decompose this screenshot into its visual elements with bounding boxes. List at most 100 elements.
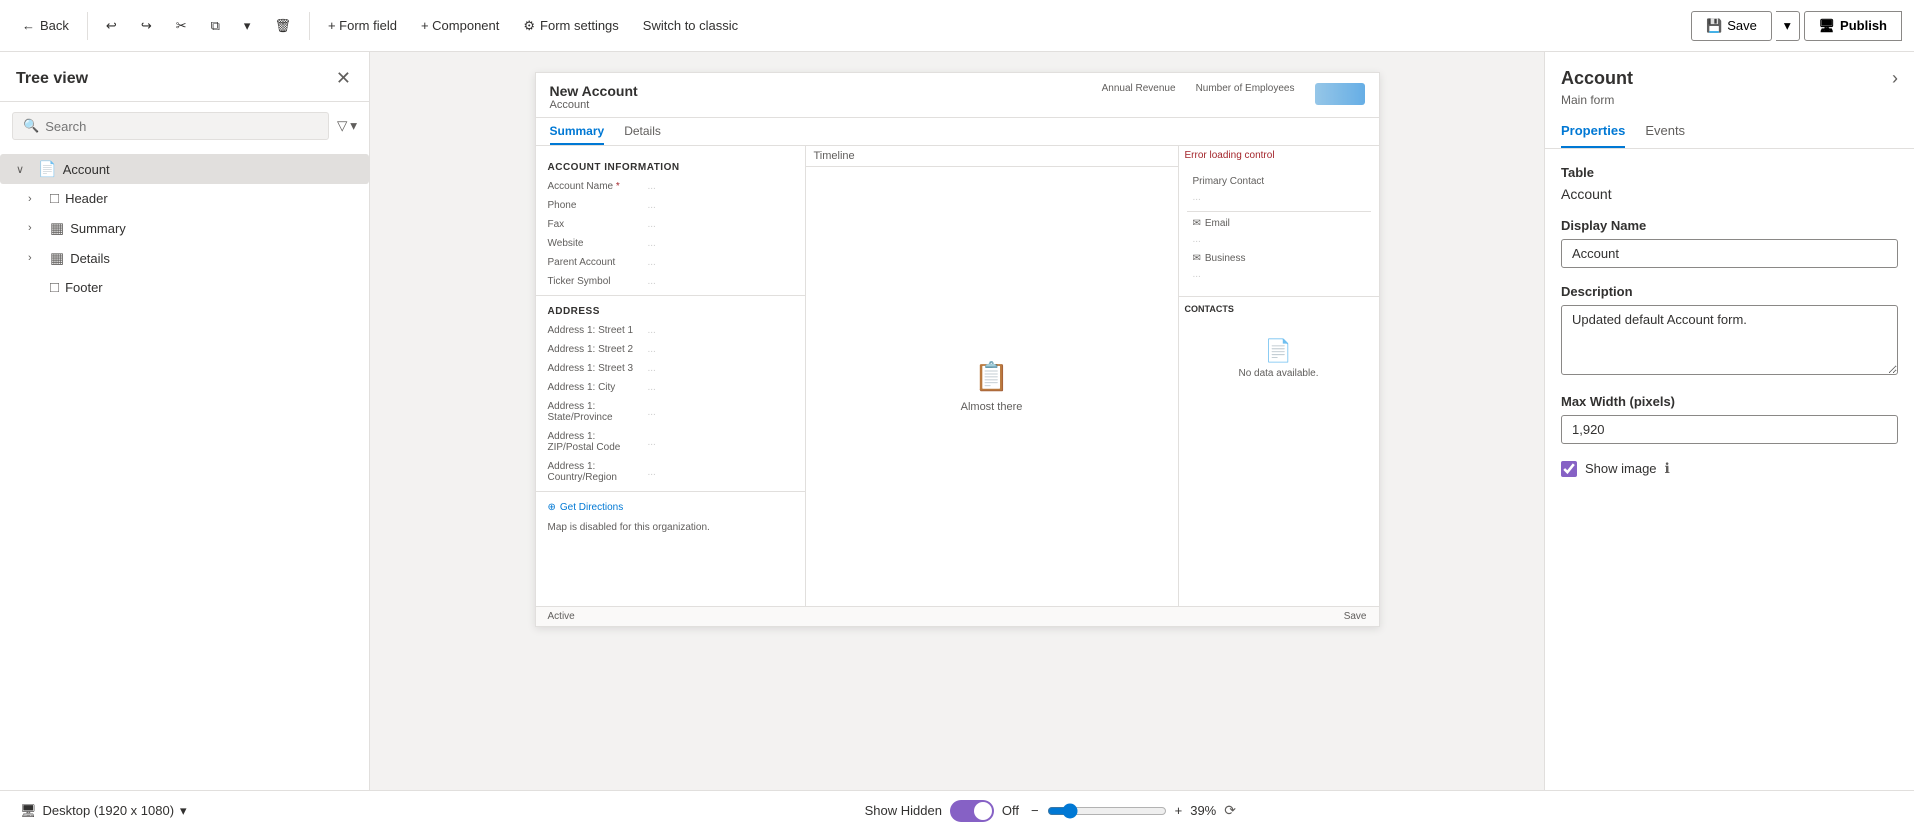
show-hidden-toggle[interactable] [950,800,994,822]
toolbar-right: 💾 Save ▾ 🖥 Publish [1691,11,1902,41]
right-panel-body: Table Account Display Name Description U… [1545,149,1914,493]
delete-button[interactable]: 🗑 [264,12,301,40]
form-field-label: + Form field [328,18,397,33]
tree-item-label-details: Details [70,251,110,266]
desktop-chevron-icon: ▾ [180,803,187,819]
preview-field-value: ... [648,200,656,211]
undo-button[interactable]: ↩ [96,12,127,40]
tree-search-box: 🔍 [12,112,329,140]
publish-button[interactable]: 🖥 Publish [1804,11,1902,41]
col3-top-section: Primary Contact ... ✉ Email ... ✉ Busine… [1179,165,1379,293]
max-width-input[interactable] [1561,415,1898,444]
desktop-selector[interactable]: 🖥 Desktop (1920 x 1080) ▾ [20,803,187,819]
timeline-header: Timeline [806,146,1178,167]
right-panel-chevron-button[interactable]: › [1892,68,1898,89]
col3-contacts-title: CONTACTS [1179,300,1379,318]
preview-field-account-name: Account Name * ... [536,177,805,196]
col3-divider1 [1187,211,1371,212]
timeline-area: 📋 Almost there [806,167,1178,606]
tree-item-footer[interactable]: › □ Footer [0,273,369,302]
preview-field-value: ... [648,257,656,268]
preview-field-value: ... [648,437,656,448]
preview-footer: Active Save [536,606,1379,626]
tab-properties[interactable]: Properties [1561,115,1625,148]
preview-tab-details[interactable]: Details [624,124,661,145]
preview-section-address: ADDRESS [536,300,805,321]
preview-tab-summary[interactable]: Summary [550,124,605,145]
right-panel-title: Account [1561,68,1633,89]
zoom-plus-icon[interactable]: + [1175,803,1183,818]
separator-2 [309,12,310,40]
tree-item-icon-footer: □ [50,279,59,296]
right-panel: Account › Main form Properties Events Ta… [1544,52,1914,790]
contacts-label: No data available. [1238,368,1318,379]
cut-button[interactable]: ✂ [166,12,197,40]
prop-display-name: Display Name [1561,218,1898,268]
preview-field-state: Address 1: State/Province ... [536,397,805,427]
preview-field-label: Address 1: Street 2 [548,344,638,355]
desktop-icon: 🖥 [20,803,37,819]
zoom-reset-button[interactable]: ⟳ [1224,802,1236,819]
preview-field-value: ... [648,407,656,418]
preview-field-label: Parent Account [548,257,638,268]
back-icon: ← [22,18,35,33]
col3-primary-contact-label: Primary Contact [1187,173,1371,190]
show-hidden-toggle-container: Show Hidden Off [865,800,1019,822]
tree-item-summary[interactable]: › ▦ Summary [0,213,369,243]
tree-item-header[interactable]: › □ Header [0,184,369,213]
form-settings-label: Form settings [540,18,619,33]
tree-item-details[interactable]: › ▦ Details [0,243,369,273]
save-button[interactable]: 💾 Save [1691,11,1772,41]
prop-description-label: Description [1561,284,1898,299]
display-name-input[interactable] [1561,239,1898,268]
cut-icon: ✂ [176,18,187,34]
tree-item-icon-header: □ [50,190,59,207]
tab-events[interactable]: Events [1645,115,1685,148]
preview-field-label: Fax [548,219,638,230]
back-button[interactable]: ← Back [12,12,79,39]
form-field-button[interactable]: + Form field [318,12,407,39]
tree-title: Tree view [16,70,88,88]
col3-primary-contact-value: ... [1187,190,1371,208]
preview-col2: Timeline 📋 Almost there [806,146,1179,606]
tree-close-button[interactable]: ✕ [334,66,353,91]
filter-chevron-icon: ▾ [350,118,357,134]
redo-button[interactable]: ↪ [131,12,162,40]
preview-field-value: ... [648,219,656,230]
prop-max-width-label: Max Width (pixels) [1561,394,1898,409]
description-textarea[interactable]: Updated default Account form. [1561,305,1898,375]
tree-item-label-footer: Footer [65,280,103,295]
form-settings-button[interactable]: ⚙ Form settings [513,12,628,40]
show-image-checkbox[interactable] [1561,461,1577,477]
paste-button[interactable]: ⧉ [201,12,230,40]
tree-item-label-header: Header [65,191,108,206]
tree-item-account[interactable]: ∨ 📄 Account [0,154,369,184]
save-dropdown-button[interactable]: ▾ [1776,11,1800,41]
undo-icon: ↩ [106,18,117,34]
preview-field-street3: Address 1: Street 3 ... [536,359,805,378]
preview-field-country: Address 1: Country/Region ... [536,457,805,487]
email-icon: ✉ [1193,218,1201,229]
component-button[interactable]: + Component [411,12,509,39]
info-icon[interactable]: ℹ [1665,460,1670,477]
get-directions-button[interactable]: ⊕ Get Directions [536,496,805,519]
dropdown-button[interactable]: ▾ [234,12,261,40]
tree-chevron-summary: › [28,222,44,234]
zoom-slider[interactable] [1047,803,1167,819]
zoom-minus-icon[interactable]: − [1031,803,1039,818]
preview-field-street1: Address 1: Street 1 ... [536,321,805,340]
right-panel-nav: Account › [1561,68,1898,89]
tree-chevron-details: › [28,252,44,264]
tree-item-label-account: Account [63,162,110,177]
switch-classic-button[interactable]: Switch to classic [633,12,748,39]
preview-col3: Error loading control Primary Contact ..… [1179,146,1379,606]
tree-panel: Tree view ✕ 🔍 ▽ ▾ ∨ 📄 Account › □ [0,52,370,790]
filter-button[interactable]: ▽ ▾ [337,118,357,134]
search-input[interactable] [45,119,318,134]
preview-field-label: Phone [548,200,638,211]
preview-field-label: Address 1: ZIP/Postal Code [548,431,638,453]
preview-status: Active [548,611,575,622]
desktop-label: Desktop (1920 x 1080) [43,803,175,818]
zoom-row: − + 39% ⟳ [1031,802,1236,819]
redo-icon: ↪ [141,18,152,34]
